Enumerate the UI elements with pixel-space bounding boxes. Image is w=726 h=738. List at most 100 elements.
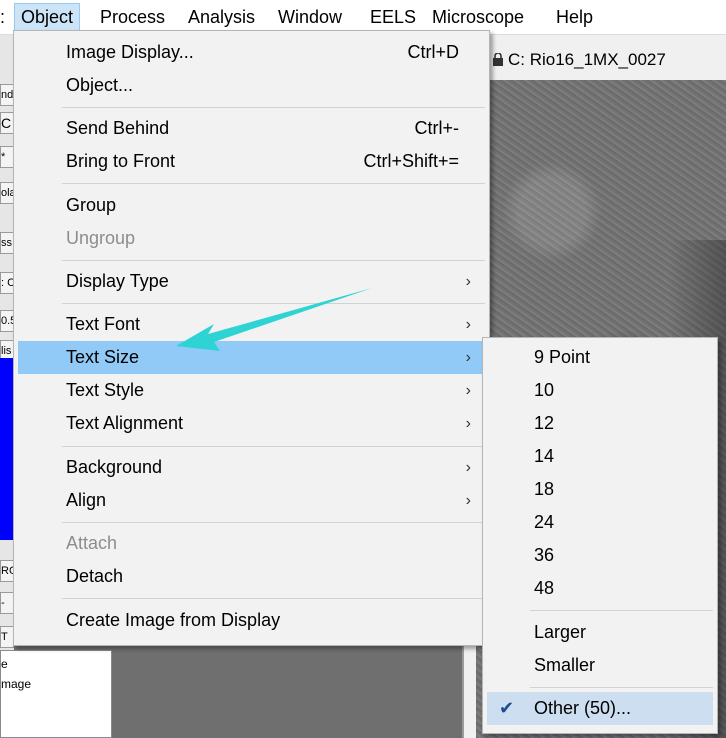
menu-item-label: Align <box>66 490 107 510</box>
palette-cell[interactable]: RO <box>0 560 14 582</box>
image-window-title: C: Rio16_1MX_0027 <box>508 50 666 69</box>
menu-separator <box>62 522 485 523</box>
menu-item-label: Detach <box>66 566 124 586</box>
palette-cell[interactable]: T <box>0 626 14 648</box>
menu-item-label: Text Style <box>66 380 145 400</box>
submenu-item-18[interactable]: 18 <box>487 473 713 506</box>
palette-cell[interactable]: nd <box>0 84 14 106</box>
submenu-item-10[interactable]: 10 <box>487 374 713 407</box>
menu-item-background[interactable]: Background › <box>18 451 485 484</box>
menu-analysis[interactable]: Analysis <box>182 3 261 31</box>
menu-item-image-display[interactable]: Image Display... Ctrl+D <box>18 36 485 69</box>
menu-item-label: Text Alignment <box>66 413 184 433</box>
menu-separator <box>62 183 485 184</box>
menu-separator <box>530 610 713 611</box>
lock-icon <box>493 53 503 66</box>
menu-window[interactable]: Window <box>272 3 348 31</box>
info-panel-fragment: e mage <box>0 650 112 738</box>
submenu-item-smaller[interactable]: Smaller <box>487 649 713 682</box>
menu-item-label: Attach <box>66 533 118 553</box>
menu-separator <box>62 446 485 447</box>
chevron-right-icon: › <box>465 492 471 509</box>
menu-object[interactable]: Object <box>14 3 81 31</box>
info-label: e <box>1 657 8 671</box>
menu-separator <box>62 107 485 108</box>
submenu-item-label: Other (50)... <box>534 698 632 718</box>
palette-cell[interactable]: 0.5 <box>0 310 14 332</box>
menu-item-label: Background <box>66 457 163 477</box>
submenu-item-label: 14 <box>534 446 555 466</box>
submenu-item-24[interactable]: 24 <box>487 506 713 539</box>
menu-separator <box>62 260 485 261</box>
chevron-right-icon: › <box>465 382 471 399</box>
menu-item-label: Text Size <box>66 347 140 367</box>
menu-separator <box>62 303 485 304</box>
menu-item-align[interactable]: Align › <box>18 484 485 517</box>
checkmark-icon: ✔ <box>499 698 515 718</box>
menu-item-label: Create Image from Display <box>66 610 281 630</box>
menu-item-label: Image Display... <box>66 42 194 62</box>
palette-cell[interactable]: ss: <box>0 232 14 254</box>
submenu-item-label: 36 <box>534 545 555 565</box>
menu-item-label: Send Behind <box>66 118 170 138</box>
submenu-item-label: 9 Point <box>534 347 591 367</box>
submenu-item-label: Smaller <box>534 655 596 675</box>
submenu-item-36[interactable]: 36 <box>487 539 713 572</box>
submenu-item-label: 10 <box>534 380 555 400</box>
menu-item-text-style[interactable]: Text Style › <box>18 374 485 407</box>
menu-process[interactable]: Process <box>94 3 171 31</box>
submenu-item-larger[interactable]: Larger <box>487 616 713 649</box>
blue-plot-fragment <box>0 358 14 540</box>
menu-item-label: Object... <box>66 75 134 95</box>
shortcut-label: Ctrl+D <box>407 42 459 62</box>
palette-cell[interactable]: : C <box>0 272 14 294</box>
submenu-item-9-point[interactable]: 9 Point <box>487 341 713 374</box>
info-label: mage <box>1 677 32 691</box>
chevron-right-icon: › <box>465 415 471 432</box>
menu-item-label: Bring to Front <box>66 151 176 171</box>
menu-help[interactable]: Help <box>550 3 599 31</box>
submenu-item-label: 18 <box>534 479 555 499</box>
submenu-item-label: 12 <box>534 413 555 433</box>
text-size-submenu: 9 Point 10 12 14 18 24 36 48 Larger Smal… <box>482 337 718 734</box>
menu-item-create-image-from-display[interactable]: Create Image from Display <box>18 604 485 637</box>
submenu-item-48[interactable]: 48 <box>487 572 713 605</box>
submenu-item-label: 48 <box>534 578 555 598</box>
submenu-item-12[interactable]: 12 <box>487 407 713 440</box>
palette-cell[interactable]: * <box>0 146 14 168</box>
chevron-right-icon: › <box>465 316 471 333</box>
menu-item-text-alignment[interactable]: Text Alignment › <box>18 407 485 440</box>
image-window-titlebar[interactable]: C: Rio16_1MX_0027 <box>464 34 726 80</box>
menu-edge-fragment: : <box>0 7 6 27</box>
menu-item-display-type[interactable]: Display Type › <box>18 265 485 298</box>
menu-item-send-behind[interactable]: Send Behind Ctrl+- <box>18 112 485 145</box>
palette-cell[interactable]: - <box>0 592 14 614</box>
submenu-item-14[interactable]: 14 <box>487 440 713 473</box>
menu-item-label: Ungroup <box>66 228 136 248</box>
menu-eels[interactable]: EELS <box>364 3 422 31</box>
menu-item-attach: Attach <box>18 527 485 560</box>
palette-cell[interactable]: ola <box>0 182 14 204</box>
menu-item-bring-to-front[interactable]: Bring to Front Ctrl+Shift+= <box>18 145 485 178</box>
menu-separator <box>530 687 713 688</box>
submenu-item-label: 24 <box>534 512 555 532</box>
menu-item-text-size[interactable]: Text Size › <box>18 341 485 374</box>
menu-item-text-font[interactable]: Text Font › <box>18 308 485 341</box>
submenu-item-other[interactable]: ✔ Other (50)... <box>487 692 713 725</box>
chevron-right-icon: › <box>465 459 471 476</box>
menu-item-label: Text Font <box>66 314 141 334</box>
shortcut-label: Ctrl+Shift+= <box>363 151 459 171</box>
chevron-right-icon: › <box>465 273 471 290</box>
submenu-item-label: Larger <box>534 622 587 642</box>
menu-item-ungroup: Ungroup <box>18 222 485 255</box>
chevron-right-icon: › <box>465 349 471 366</box>
menu-item-detach[interactable]: Detach <box>18 560 485 593</box>
menu-item-object[interactable]: Object... <box>18 69 485 102</box>
object-menu: Image Display... Ctrl+D Object... Send B… <box>13 30 490 646</box>
menu-item-label: Display Type <box>66 271 169 291</box>
shortcut-label: Ctrl+- <box>414 118 460 138</box>
menu-item-label: Group <box>66 195 117 215</box>
menu-microscope[interactable]: Microscope <box>426 3 530 31</box>
menu-item-group[interactable]: Group <box>18 189 485 222</box>
palette-cell[interactable]: C <box>0 112 14 134</box>
